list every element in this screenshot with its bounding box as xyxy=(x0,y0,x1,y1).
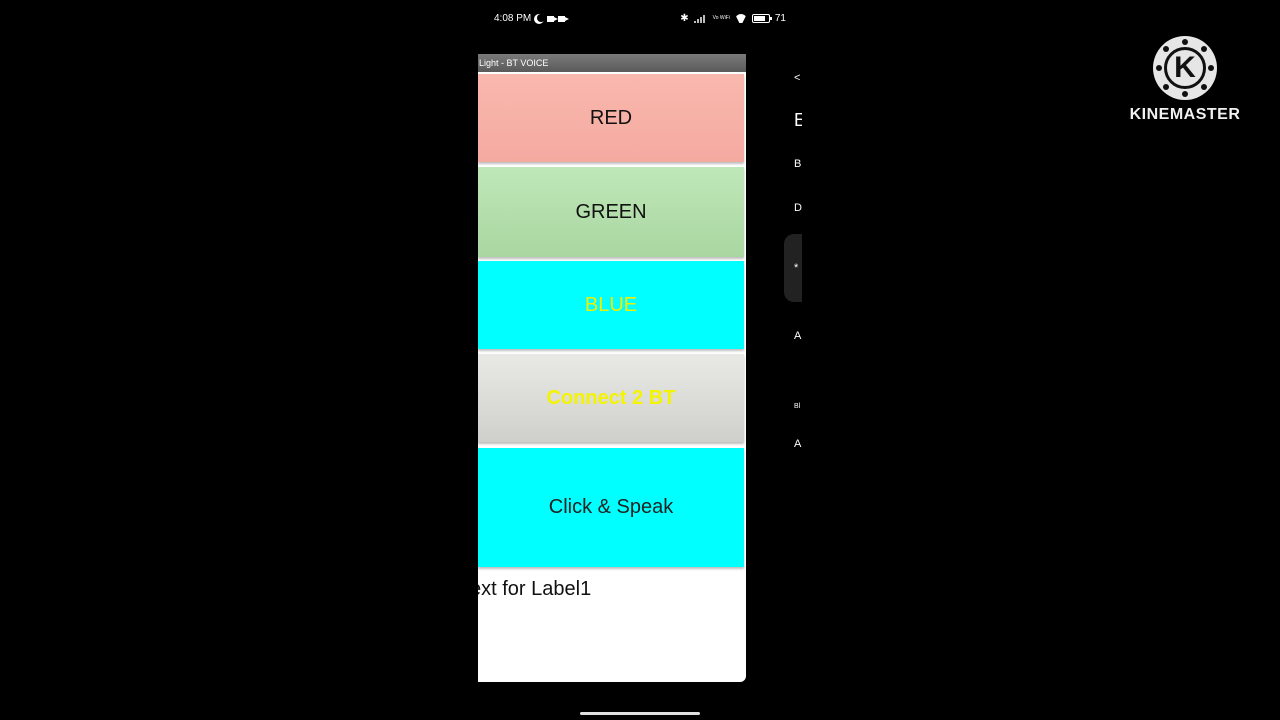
blue-button[interactable]: BLUE xyxy=(478,261,744,349)
screen-record-icon xyxy=(558,15,570,22)
signal-icon xyxy=(693,14,708,23)
click-and-speak-button[interactable]: Click & Speak xyxy=(478,448,744,567)
logo-dot xyxy=(1182,39,1188,45)
wifi-icon xyxy=(735,14,747,23)
side-item-a[interactable]: A xyxy=(794,330,801,342)
logo-dot xyxy=(1201,84,1207,90)
label1: Text for Label1 xyxy=(478,578,592,600)
do-not-disturb-icon xyxy=(537,14,545,22)
red-button[interactable]: RED xyxy=(478,74,744,162)
connect-bt-button[interactable]: Connect 2 BT xyxy=(478,354,744,442)
side-item-a2[interactable]: A xyxy=(794,438,801,450)
logo-dot xyxy=(1163,46,1169,52)
side-item-section: Bl xyxy=(794,403,801,410)
side-item-d[interactable]: D xyxy=(794,202,802,214)
home-indicator[interactable] xyxy=(580,712,700,715)
side-panel-highlight xyxy=(784,234,802,302)
screen: 4:08 PM ✱ Vo WiFi 71 Light - BT VOICE RE… xyxy=(0,0,1280,720)
video-camera-icon xyxy=(547,15,559,22)
side-panel: < E B D * A Bl A xyxy=(784,54,802,474)
battery-level: 71 xyxy=(774,13,786,24)
vowifi-icon: Vo WiFi xyxy=(712,15,730,21)
kinemaster-logo-icon: K xyxy=(1153,36,1217,100)
status-icons: ✱ Vo WiFi 71 xyxy=(680,13,786,24)
battery-icon xyxy=(751,14,772,23)
kinemaster-text: KINEMASTER xyxy=(1129,106,1241,123)
kinemaster-letter: K xyxy=(1174,51,1196,84)
status-time: 4:08 PM xyxy=(494,13,532,24)
status-time-group: 4:08 PM xyxy=(494,13,570,24)
kinemaster-watermark: K KINEMASTER xyxy=(1124,36,1246,136)
logo-dot xyxy=(1156,65,1162,71)
status-bar: 4:08 PM ✱ Vo WiFi 71 xyxy=(478,10,798,28)
green-button[interactable]: GREEN xyxy=(478,167,744,257)
app-window: Light - BT VOICE RED GREEN BLUE Connect … xyxy=(478,54,746,682)
logo-dot xyxy=(1182,91,1188,97)
bluetooth-icon: ✱ xyxy=(680,13,689,24)
back-icon[interactable]: < xyxy=(794,72,800,84)
side-item-b[interactable]: B xyxy=(794,158,801,170)
side-item-bluetooth[interactable]: * xyxy=(794,262,798,274)
app-title: Light - BT VOICE xyxy=(478,54,746,72)
side-item-heading: E xyxy=(794,110,802,130)
logo-dot xyxy=(1208,65,1214,71)
logo-dot xyxy=(1201,46,1207,52)
logo-dot xyxy=(1163,84,1169,90)
